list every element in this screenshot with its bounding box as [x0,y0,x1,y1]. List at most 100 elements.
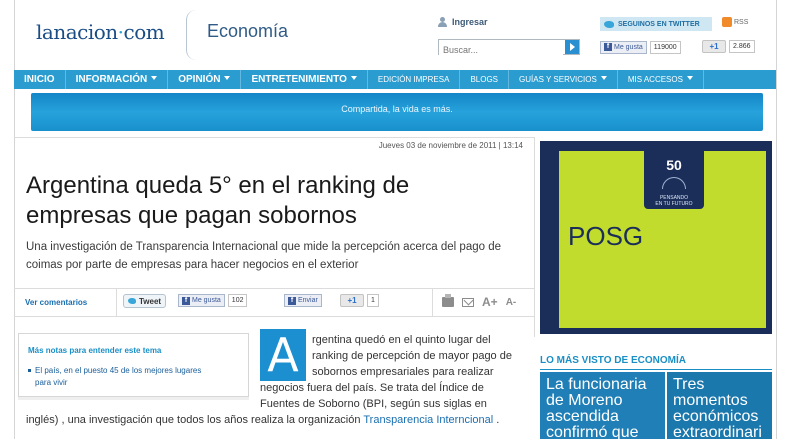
nav-item-entretenimiento[interactable]: ENTRETENIMIENTO [241,70,368,89]
search-button[interactable] [565,40,579,54]
most-seen-title: LO MÁS VISTO DE ECONOMÍA [540,355,686,366]
transparencia-link[interactable]: Transparencia Interncional [363,414,493,426]
most-seen-line: extraordinari [673,424,762,439]
chevron-down-icon [224,76,231,80]
section-title[interactable]: Economía [207,21,288,42]
share-divider [116,288,117,316]
most-seen-item[interactable]: La funcionaria de Moreno ascendida confi… [540,372,665,439]
logo-tld-text: com [123,20,165,44]
font-increase-button[interactable]: A+ [482,295,498,309]
divider [14,316,534,317]
tree-icon [662,177,686,189]
banner-text: Compartida, la vida es más. [341,104,453,114]
fb-send-label: Enviar [298,297,318,304]
body-line: sobornos empresariales para realizar [312,366,494,378]
nav-item-opinion[interactable]: OPINIÓN [168,70,242,89]
fb-send-button[interactable]: f Enviar [284,294,322,307]
most-seen-line: de Moreno [546,392,623,409]
ad-logo: 50 PENSANDO EN TU FUTURO [644,151,704,209]
facebook-icon: f [604,43,612,51]
search-box [438,39,580,57]
header-gplus-count: 2.866 [729,40,755,53]
most-seen-item-text: La funcionaria de Moreno ascendida confi… [546,377,647,439]
font-decrease-button[interactable]: A- [506,297,517,308]
rss-icon [722,17,732,27]
body-end: . [493,414,500,426]
facebook-icon: f [182,296,190,305]
most-seen-item-text: Tres momentos económicos extraordinari [673,377,762,439]
print-icon[interactable] [442,294,454,307]
related-box-shadow [18,397,249,400]
subtitle-line-1: Una investigación de Transparencia Inter… [26,241,501,253]
sidebar-ad[interactable]: 50 PENSANDO EN TU FUTURO POSG [540,141,772,334]
nav-item-inicio[interactable]: INICIO [14,70,66,89]
fb-like-label: Me gusta [192,297,221,304]
drop-cap: A [260,329,306,381]
user-icon [438,17,447,27]
site-logo[interactable]: lanacion·com [36,20,165,44]
related-notes-box: Más notas para entender este tema El paí… [18,333,249,397]
divider [14,137,534,138]
related-note-line-1: El país, en el puesto 45 de los mejores … [35,366,202,375]
twitter-follow-button[interactable]: SEGUINOS EN TWITTER [600,17,712,31]
fb-like-button[interactable]: f Me gusta [178,294,225,307]
search-input[interactable] [439,43,563,57]
twitter-bird-icon [604,20,614,28]
gplus-count: 1 [367,294,379,307]
login-link[interactable]: Ingresar [438,17,488,27]
nav-item-entretenimiento-label: ENTRETENIMIENTO [251,74,347,85]
nav-item-edicion-impresa[interactable]: EDICIÓN IMPRESA [368,70,461,89]
mail-icon[interactable] [462,297,474,307]
most-seen-line: confirmó que [546,424,639,439]
related-notes-title: Más notas para entender este tema [28,346,162,355]
page-border-right [776,0,777,439]
page-border-left [14,0,15,439]
rss-link[interactable]: RSS [722,17,748,27]
share-gplus: +1 1 [340,294,379,307]
header-fb-count: 119000 [649,40,681,54]
most-seen-line: económicos [673,408,759,425]
tweet-button[interactable]: Tweet [123,294,167,308]
body-line: Fuentes de Soborno (BPI, según sus sigla… [260,398,487,410]
main-nav: INICIO INFORMACIÓN OPINIÓN ENTRETENIMIEN… [14,70,776,89]
share-facebook: f Me gusta 102 [178,294,248,307]
fb-like-count: 102 [227,294,248,307]
share-send: f Enviar [284,294,322,307]
nav-item-mis-accesos-label: MIS ACCESOS [627,75,683,84]
twitter-follow-label: SEGUINOS EN TWITTER [618,20,700,28]
most-seen-line: ascendida [546,408,619,425]
subtitle-line-2: coimas por parte de empresas para hacer … [26,259,359,271]
chevron-down-icon [151,76,158,80]
most-seen-line: Tres [673,376,705,393]
ad-badge-number: 50 [666,157,682,173]
most-seen-line: La funcionaria [546,376,647,393]
headline-line-1: Argentina queda 5° en el ranking de [26,172,410,199]
nav-item-mis-accesos[interactable]: MIS ACCESOS [618,70,704,89]
article-date: Jueves 03 de noviembre de 2011 | 13:14 [378,141,523,150]
header-gplus-button[interactable]: +1 [702,40,726,53]
most-seen-line: momentos [673,392,748,409]
article-subtitle: Una investigación de Transparencia Inter… [26,238,526,274]
facebook-icon: f [288,296,296,305]
body-line-last: inglés) , una investigación que todos lo… [26,412,499,428]
section-bracket [186,10,198,60]
gplus-button[interactable]: +1 [340,294,364,307]
most-seen-item[interactable]: Tres momentos económicos extraordinari [667,372,772,439]
article-headline: Argentina queda 5° en el ranking de empr… [26,171,506,231]
ad-banner[interactable]: Compartida, la vida es más. [31,93,763,131]
most-seen-rule [540,369,772,370]
nav-item-blogs[interactable]: BLOGS [460,70,510,89]
related-note-link[interactable]: El país, en el puesto 45 de los mejores … [28,365,243,389]
header-facebook-like: f Me gusta 119000 [600,40,681,54]
chevron-down-icon [600,76,607,80]
ad-text: POSG [568,221,644,251]
ad-tagline-line-2: EN TU FUTURO [655,201,693,207]
nav-item-informacion[interactable]: INFORMACIÓN [66,70,169,89]
headline-line-2: empresas que pagan sobornos [26,202,357,229]
view-comments-link[interactable]: Ver comentarios [25,298,87,307]
login-label: Ingresar [452,17,488,27]
nav-item-guias[interactable]: GUÍAS Y SERVICIOS [509,70,618,89]
header-gplus: +1 2.866 [702,40,755,53]
header-fb-like-label: Me gusta [614,43,643,51]
header-fb-like-button[interactable]: f Me gusta [600,40,647,54]
